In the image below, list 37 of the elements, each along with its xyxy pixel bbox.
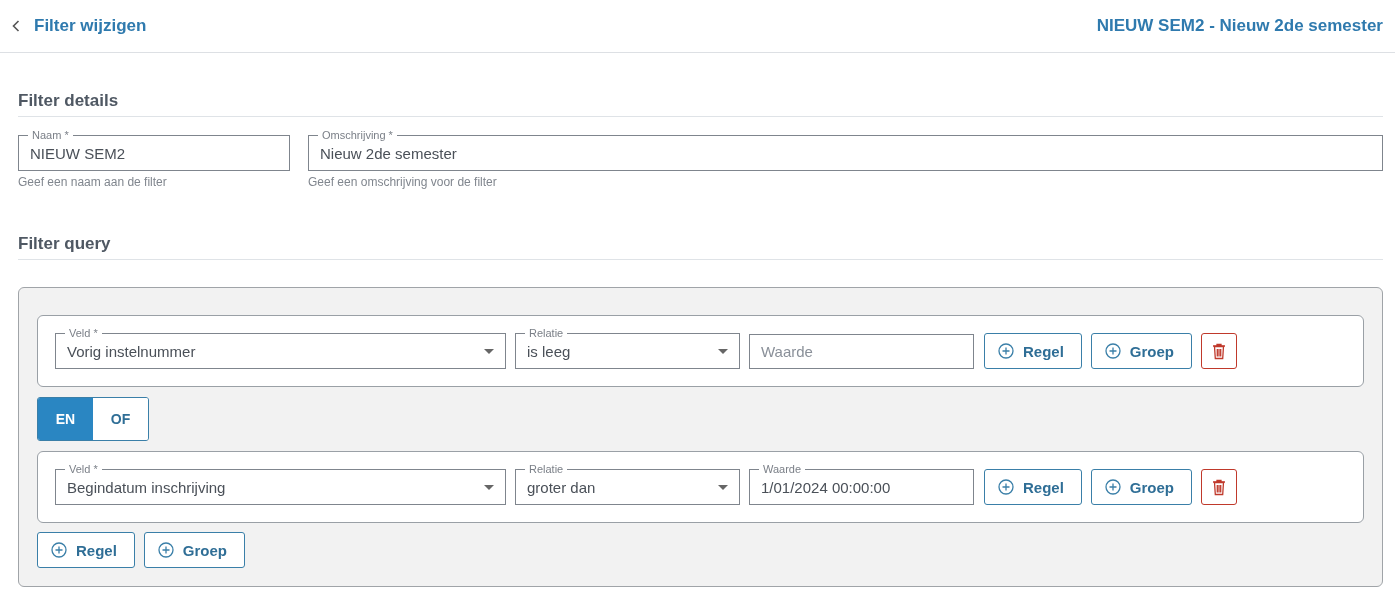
add-button[interactable]: Groep — [143, 532, 246, 568]
caret-icon — [484, 348, 494, 354]
plus-circle-icon — [51, 542, 67, 558]
field-label: Relatie — [528, 326, 565, 340]
trash-icon — [1212, 342, 1227, 360]
field-label: Veld * — [68, 462, 99, 476]
plus-circle-icon — [1104, 343, 1121, 359]
section-heading: Filter query — [18, 234, 1383, 260]
value-field[interactable]: Waarde — [749, 333, 974, 369]
trash-icon — [1212, 478, 1227, 496]
chevron-left-icon — [12, 20, 20, 32]
add-button[interactable]: Regel — [984, 469, 1082, 505]
caret-icon — [718, 348, 728, 354]
field-label: Relatie — [528, 462, 565, 476]
plus-circle-icon — [998, 479, 1014, 495]
plus-circle-icon — [1104, 479, 1121, 495]
logic-toggle-option[interactable]: EN — [38, 398, 93, 440]
caret-icon — [484, 484, 494, 490]
section-heading: Filter details — [18, 91, 1383, 117]
add-button[interactable]: Groep — [1090, 333, 1193, 369]
plus-circle-icon — [998, 343, 1014, 359]
back-link[interactable]: Filter wijzigen — [12, 16, 147, 36]
add-button[interactable]: Groep — [1090, 469, 1193, 505]
delete-button[interactable] — [1201, 333, 1238, 369]
field-label: Naam * — [31, 129, 70, 142]
caret-icon — [718, 484, 728, 490]
plus-circle-icon — [157, 542, 174, 558]
helper-text: Geef een naam aan de filter — [18, 175, 168, 189]
field-label: Veld * — [68, 326, 99, 340]
delete-button[interactable] — [1201, 469, 1238, 505]
page-title: NIEUW SEM2 - Nieuw 2de semester — [1096, 16, 1383, 36]
add-button[interactable]: Regel — [984, 333, 1082, 369]
field-label: Omschrijving * — [321, 129, 394, 142]
field-label: Waarde — [762, 462, 803, 476]
helper-text: Geef een omschrijving voor de filter — [308, 175, 498, 189]
add-button[interactable]: Regel — [37, 532, 135, 568]
logic-toggle-option[interactable]: OF — [93, 398, 148, 440]
